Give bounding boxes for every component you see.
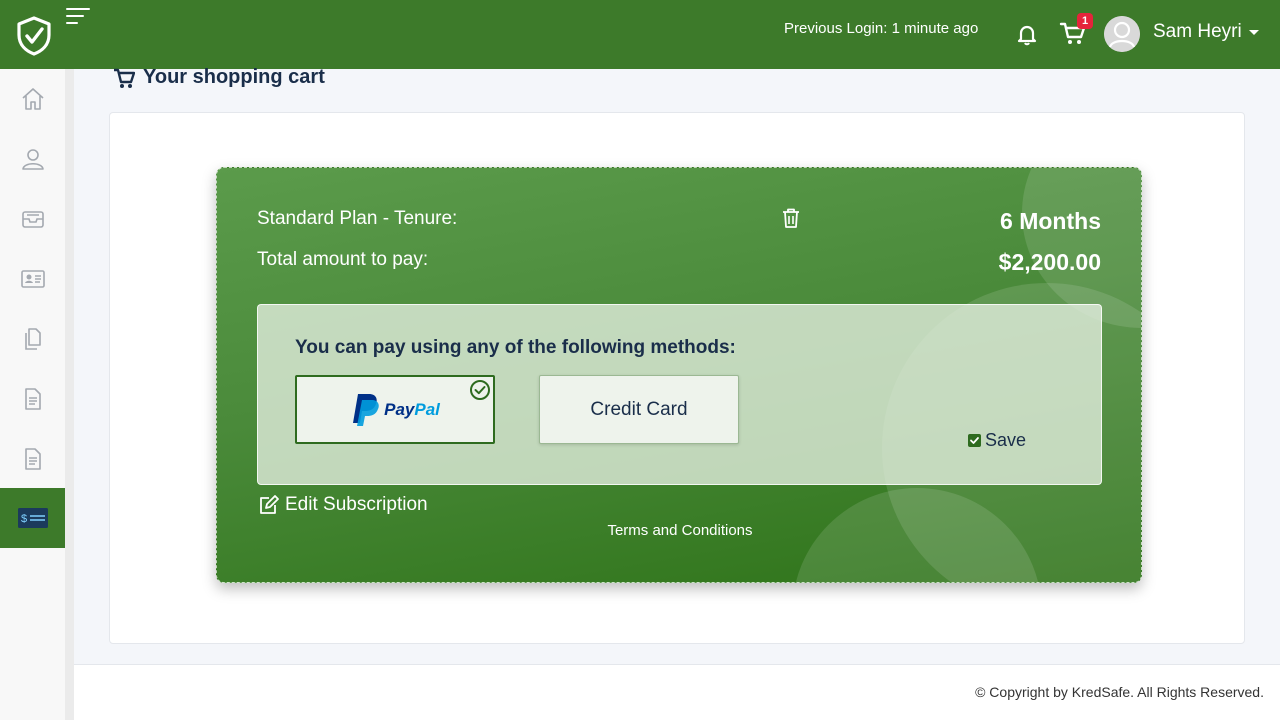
sidebar-item-documents[interactable] [0, 309, 65, 369]
save-label: Save [985, 430, 1027, 450]
avatar[interactable] [1104, 16, 1140, 52]
cart-summary-card: Standard Plan - Tenure: 6 Months Total a… [216, 167, 1142, 583]
id-card-icon [20, 270, 45, 288]
sidebar: $ [0, 69, 74, 720]
paypal-text-pay: Pay [384, 399, 415, 419]
svg-text:$: $ [21, 513, 27, 525]
terms-and-conditions-link[interactable]: Terms and Conditions [217, 522, 1141, 539]
checkbox-checked-icon[interactable] [968, 434, 981, 447]
user-icon [21, 149, 44, 170]
bell-icon[interactable] [1015, 22, 1039, 46]
file-icon [24, 448, 41, 470]
home-icon [21, 88, 44, 110]
edit-icon [260, 495, 279, 514]
plan-tenure-value: 6 Months [1000, 208, 1101, 234]
trash-icon[interactable] [781, 207, 801, 229]
previous-login-text: Previous Login: 1 minute ago [784, 20, 979, 37]
user-avatar-icon [1104, 16, 1140, 52]
page-title: Your shopping cart [113, 66, 325, 89]
username[interactable]: Sam Heyri [1153, 21, 1242, 43]
chevron-down-icon[interactable] [1249, 30, 1259, 35]
paypal-text-pal: Pal [414, 399, 440, 419]
file-icon [24, 388, 41, 410]
payment-methods-heading: You can pay using any of the following m… [295, 337, 736, 358]
paypal-logo: PayPal [350, 392, 440, 428]
footer: © Copyright by KredSafe. All Rights Rese… [74, 664, 1280, 720]
billing-icon: $ [17, 508, 48, 528]
sidebar-item-profile[interactable] [0, 129, 65, 189]
credit-card-payment-option[interactable]: Credit Card [539, 375, 739, 444]
plan-label: Standard Plan - Tenure: [257, 208, 458, 229]
sidebar-item-billing[interactable]: $ [0, 488, 65, 548]
menu-toggle-icon[interactable] [64, 6, 92, 26]
sidebar-item-file-2[interactable] [0, 429, 65, 489]
paypal-p-icon [353, 393, 379, 426]
sidebar-item-inbox[interactable] [0, 189, 65, 249]
selected-check-circle-icon [470, 380, 490, 400]
cart-count-badge: 1 [1077, 13, 1093, 29]
paypal-payment-option[interactable]: PayPal [295, 375, 495, 444]
copyright-text: © Copyright by KredSafe. All Rights Rese… [975, 684, 1264, 700]
total-amount-value: $2,200.00 [998, 249, 1101, 275]
edit-subscription-label: Edit Subscription [285, 494, 428, 515]
total-label: Total amount to pay: [257, 249, 429, 270]
sidebar-item-id-card[interactable] [0, 249, 65, 309]
shopping-cart-icon [114, 68, 135, 88]
documents-icon [24, 328, 41, 350]
edit-subscription-link[interactable]: Edit Subscription [257, 494, 428, 516]
inbox-icon [21, 211, 44, 228]
top-bar: Previous Login: 1 minute ago 1 Sam Heyri [0, 0, 1280, 69]
sidebar-item-home[interactable] [0, 69, 65, 129]
save-checkbox[interactable]: Save [968, 430, 1026, 451]
payment-methods-box: You can pay using any of the following m… [257, 304, 1102, 485]
page-title-text: Your shopping cart [143, 66, 325, 88]
credit-card-label: Credit Card [590, 398, 688, 420]
sidebar-item-file-1[interactable] [0, 369, 65, 429]
shield-check-logo-icon[interactable] [16, 16, 52, 56]
